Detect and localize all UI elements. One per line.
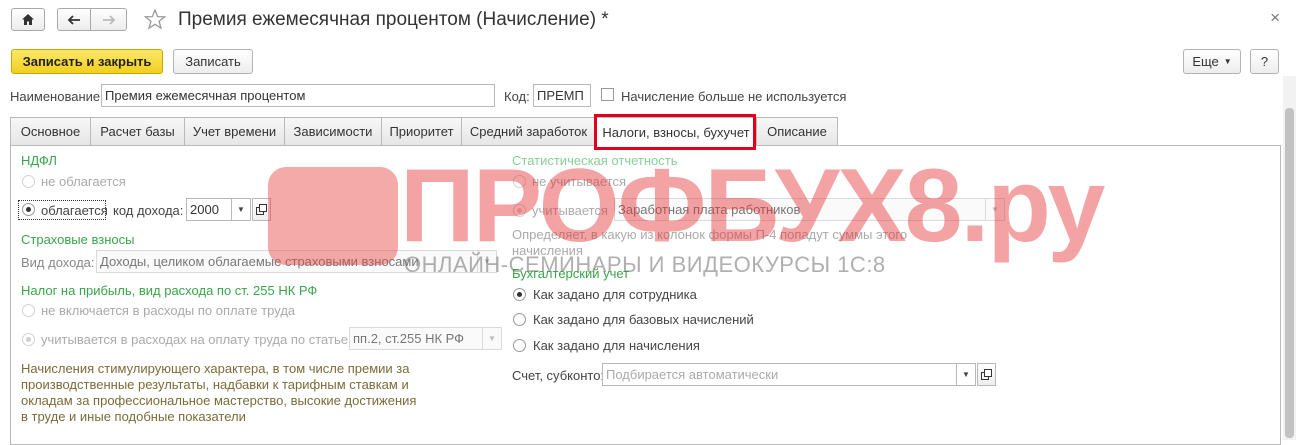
- back-button[interactable]: [57, 8, 91, 31]
- arrow-right-icon: [102, 14, 115, 25]
- ndfl-not-taxed-label: не облагается: [41, 174, 126, 189]
- insurance-title: Страховые взносы: [21, 232, 135, 247]
- open-window-icon: [981, 369, 992, 380]
- tab-highlight-frame: [594, 114, 756, 150]
- tab-description[interactable]: Описание: [756, 117, 838, 145]
- watermark-tagline: ОНЛАЙН-СЕМИНАРЫ И ВИДЕОКУРСЫ 1С:8: [404, 252, 886, 277]
- tab-priority[interactable]: Приоритет: [381, 117, 462, 145]
- close-icon[interactable]: ×: [1270, 8, 1280, 28]
- included-label: учитывается в расходах на оплату труда п…: [41, 332, 352, 347]
- ndfl-not-taxed-radio[interactable]: [22, 175, 35, 188]
- income-code-dropdown[interactable]: ▼: [231, 198, 251, 221]
- unused-label: Начисление больше не используется: [621, 89, 847, 104]
- acc-base-label: Как задано для базовых начислений: [533, 312, 754, 327]
- open-window-icon: [256, 204, 267, 215]
- account-dropdown[interactable]: ▼: [956, 363, 976, 386]
- tab-base-calc[interactable]: Расчет базы: [90, 117, 185, 145]
- ndfl-taxed-label: облагается: [41, 203, 108, 218]
- name-label: Наименование:: [10, 89, 104, 104]
- unused-checkbox[interactable]: [601, 88, 614, 101]
- home-icon: [22, 14, 34, 25]
- chevron-down-icon: ▼: [962, 370, 970, 379]
- acc-base-radio[interactable]: [513, 313, 526, 326]
- acc-accrual-label: Как задано для начисления: [533, 338, 700, 353]
- income-type-label: Вид дохода:: [21, 255, 95, 270]
- acc-employee-radio[interactable]: [513, 288, 526, 301]
- income-code-input[interactable]: 2000: [186, 198, 232, 221]
- acc-accrual-radio[interactable]: [513, 339, 526, 352]
- tab-dependencies[interactable]: Зависимости: [284, 117, 382, 145]
- profit-tax-title: Налог на прибыль, вид расхода по ст. 255…: [21, 283, 318, 298]
- scrollbar-thumb[interactable]: [1285, 108, 1294, 438]
- home-button[interactable]: [11, 8, 45, 31]
- article-dropdown[interactable]: ▼: [482, 327, 502, 350]
- name-input[interactable]: Премия ежемесячная процентом: [101, 84, 495, 107]
- tab-main[interactable]: Основное: [10, 117, 91, 145]
- watermark-brand: ПРОФБУХ8.ру: [400, 148, 1105, 264]
- included-radio[interactable]: [22, 333, 35, 346]
- account-open-button[interactable]: [977, 363, 996, 386]
- code-label: Код:: [504, 89, 530, 104]
- account-input[interactable]: Подбирается автоматически: [602, 363, 957, 386]
- save-and-close-button[interactable]: Записать и закрыть: [11, 49, 163, 74]
- chevron-down-icon: ▼: [1223, 57, 1232, 66]
- article-input[interactable]: пп.2, ст.255 НК РФ: [349, 327, 483, 350]
- acc-employee-label: Как задано для сотрудника: [533, 287, 697, 302]
- arrow-left-icon: [67, 14, 80, 25]
- watermark-logo: [268, 167, 398, 265]
- ndfl-taxed-radio[interactable]: [22, 203, 35, 216]
- not-included-label: не включается в расходы по оплате труда: [41, 303, 296, 318]
- help-button[interactable]: ?: [1250, 49, 1279, 74]
- more-label: Еще: [1192, 54, 1219, 69]
- forward-button[interactable]: [90, 8, 127, 31]
- income-code-label: код дохода:: [113, 203, 184, 218]
- chevron-down-icon: ▼: [488, 334, 496, 343]
- more-button[interactable]: Еще ▼: [1183, 49, 1241, 74]
- tab-time-tracking[interactable]: Учет времени: [184, 117, 285, 145]
- not-included-radio[interactable]: [22, 304, 35, 317]
- code-input[interactable]: ПРЕМП: [533, 84, 591, 107]
- tab-average-earnings[interactable]: Средний заработок: [461, 117, 596, 145]
- save-button[interactable]: Записать: [173, 49, 253, 74]
- window-title: Премия ежемесячная процентом (Начисление…: [178, 9, 609, 30]
- chevron-down-icon: ▼: [237, 205, 245, 214]
- favorite-star-icon[interactable]: [143, 8, 167, 33]
- ndfl-title: НДФЛ: [21, 153, 57, 168]
- account-label: Счет, субконто:: [512, 368, 605, 383]
- income-description: Начисления стимулирующего характера, в т…: [21, 361, 417, 424]
